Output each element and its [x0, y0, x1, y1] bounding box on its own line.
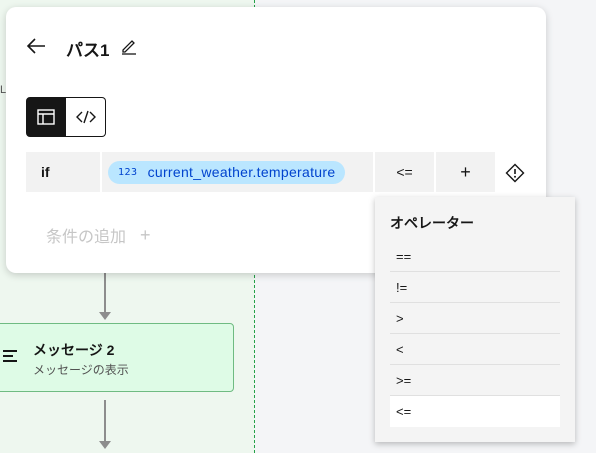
- plus-icon: +: [140, 224, 151, 245]
- operator-option[interactable]: <: [390, 334, 560, 365]
- arrow-down-icon: [99, 312, 111, 320]
- number-type-icon: 123: [118, 166, 138, 178]
- add-value-button[interactable]: +: [436, 152, 495, 192]
- operator-select[interactable]: <=: [375, 152, 434, 192]
- operator-dropdown-menu: オペレーター == != > < >= <=: [375, 197, 575, 442]
- code-icon: [75, 110, 96, 124]
- variable-chip[interactable]: 123 current_weather.temperature: [108, 160, 346, 184]
- operator-option[interactable]: ==: [390, 241, 560, 272]
- message-node[interactable]: メッセージ 2 メッセージの表示: [0, 323, 234, 392]
- view-mode-switcher: [26, 97, 106, 137]
- condition-keyword: if: [26, 152, 100, 192]
- page-title: パス1: [66, 41, 110, 60]
- operator-option[interactable]: !=: [390, 272, 560, 303]
- flow-connector: [104, 400, 106, 442]
- message-node-subtitle: メッセージの表示: [33, 363, 129, 377]
- flow-connector: [104, 272, 106, 312]
- pencil-icon[interactable]: [120, 37, 138, 55]
- operator-option[interactable]: >: [390, 303, 560, 334]
- add-condition-button[interactable]: 条件の追加 +: [46, 223, 151, 247]
- operator-options-list: == != > < >= <=: [390, 241, 560, 427]
- code-view-button[interactable]: [66, 97, 106, 137]
- text-lines-icon: [3, 350, 17, 365]
- table-layout-icon: [37, 109, 55, 125]
- arrow-down-icon: [99, 441, 111, 449]
- arrow-left-icon[interactable]: [26, 37, 46, 55]
- operator-option[interactable]: >=: [390, 365, 560, 396]
- warning-diamond-icon[interactable]: [505, 163, 525, 183]
- condition-variable-field[interactable]: 123 current_weather.temperature: [102, 152, 373, 192]
- operator-option-selected[interactable]: <=: [390, 396, 560, 427]
- variable-name: current_weather.temperature: [147, 164, 336, 180]
- operator-menu-title: オペレーター: [390, 215, 474, 231]
- condition-row: if 123 current_weather.temperature <= +: [26, 152, 497, 192]
- add-condition-label: 条件の追加: [46, 229, 127, 246]
- message-node-title: メッセージ 2: [33, 342, 115, 358]
- visual-view-button[interactable]: [26, 97, 66, 137]
